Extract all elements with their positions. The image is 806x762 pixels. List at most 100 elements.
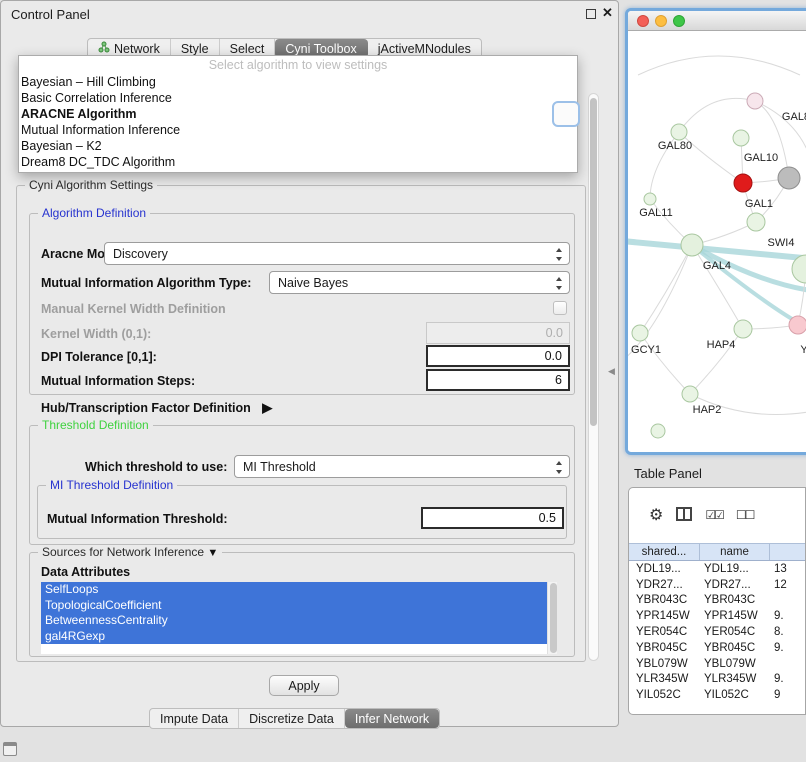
- close-window-icon[interactable]: ✕: [602, 5, 613, 21]
- column-header-shared[interactable]: shared...: [629, 544, 700, 560]
- table-cell: 9.: [770, 642, 805, 654]
- which-threshold-select[interactable]: MI Threshold: [234, 455, 570, 478]
- network-node[interactable]: [632, 325, 648, 341]
- table-cell: YBL079W: [700, 658, 770, 670]
- hub-definition-toggle[interactable]: Hub/Transcription Factor Definition ▶: [41, 400, 272, 416]
- aracne-mode-select[interactable]: Discovery: [104, 242, 570, 265]
- table-row[interactable]: YDR27...YDR27...12: [629, 577, 805, 593]
- network-node[interactable]: [789, 316, 806, 334]
- columns-icon[interactable]: [676, 507, 692, 524]
- sources-group-title[interactable]: Sources for Network Inference ▼: [38, 545, 222, 559]
- table-row[interactable]: YBL079WYBL079W: [629, 656, 805, 672]
- network-canvas[interactable]: GAL8GAL80GAL10GAL11GAL1SWI4GAL4GCY1HAP4Y…: [628, 31, 806, 451]
- network-node[interactable]: [778, 167, 800, 189]
- apply-button[interactable]: Apply: [269, 675, 339, 696]
- table-cell: YIL052C: [629, 689, 700, 701]
- dropdown-option[interactable]: Bayesian – K2: [19, 138, 577, 154]
- node-label: HAP2: [693, 404, 722, 416]
- table-cell: YBR043C: [629, 594, 700, 606]
- dropdown-option[interactable]: Bayesian – Hill Climbing: [19, 74, 577, 90]
- network-node[interactable]: [682, 386, 698, 402]
- network-graph: GAL8GAL80GAL10GAL11GAL1SWI4GAL4GCY1HAP4Y…: [628, 31, 806, 451]
- node-label: GAL4: [703, 260, 731, 272]
- list-item[interactable]: gal4RGexp: [41, 629, 547, 645]
- table-row[interactable]: YER054CYER054C8.: [629, 624, 805, 640]
- column-header-3[interactable]: [770, 544, 805, 560]
- tab-impute-data[interactable]: Impute Data: [150, 709, 239, 728]
- table-cell: YLR345W: [629, 673, 700, 685]
- network-node[interactable]: [644, 193, 656, 205]
- network-node[interactable]: [681, 234, 703, 256]
- float-window-icon[interactable]: [586, 9, 596, 19]
- which-threshold-label: Which threshold to use:: [85, 460, 227, 474]
- settings-scrollbar[interactable]: [588, 93, 599, 661]
- network-edge[interactable]: [640, 333, 690, 394]
- network-view-window: GAL8GAL80GAL10GAL11GAL1SWI4GAL4GCY1HAP4Y…: [625, 8, 806, 455]
- mi-type-value: Naive Bayes: [278, 276, 348, 290]
- table-cell: 9.: [770, 610, 805, 622]
- dropdown-option[interactable]: Mutual Information Inference: [19, 122, 577, 138]
- bottom-tabstrip: Impute Data Discretize Data Infer Networ…: [149, 708, 440, 729]
- scrollbar-thumb[interactable]: [550, 583, 557, 653]
- network-node[interactable]: [734, 174, 752, 192]
- tab-label: Cyni Toolbox: [285, 42, 356, 56]
- unchecked-boxes-icon[interactable]: ☐☐: [736, 508, 754, 522]
- network-window-titlebar[interactable]: [628, 11, 806, 31]
- network-node[interactable]: [733, 130, 749, 146]
- network-node[interactable]: [734, 320, 752, 338]
- network-node[interactable]: [747, 213, 765, 231]
- tab-discretize-data[interactable]: Discretize Data: [239, 709, 345, 728]
- scrollbar-thumb[interactable]: [590, 98, 597, 426]
- network-node[interactable]: [651, 424, 665, 438]
- list-item[interactable]: BetweennessCentrality: [41, 613, 547, 629]
- close-traffic-light[interactable]: [637, 15, 649, 27]
- collapse-down-arrow-icon: ▼: [207, 547, 218, 559]
- table-row[interactable]: YBR045CYBR045C9.: [629, 640, 805, 656]
- zoom-traffic-light[interactable]: [673, 15, 685, 27]
- kernel-width-field[interactable]: [426, 322, 570, 344]
- list-scrollbar[interactable]: [547, 582, 557, 654]
- checked-boxes-icon[interactable]: ☑☑: [705, 508, 723, 522]
- network-node[interactable]: [747, 93, 763, 109]
- mi-type-label: Mutual Information Algorithm Type:: [41, 276, 251, 290]
- network-edge[interactable]: [679, 98, 755, 132]
- minimized-panel-icon[interactable]: [3, 742, 17, 756]
- sources-title-label: Sources for Network Inference: [42, 545, 204, 559]
- aracne-mode-value: Discovery: [113, 247, 168, 261]
- mi-threshold-label: Mutual Information Threshold:: [47, 512, 228, 526]
- node-label: GCY1: [631, 344, 661, 356]
- network-edge[interactable]: [638, 56, 800, 75]
- table-row[interactable]: YPR145WYPR145W9.: [629, 608, 805, 624]
- mi-algorithm-type-select[interactable]: Naive Bayes: [269, 271, 570, 294]
- list-item[interactable]: SelfLoops: [41, 582, 547, 598]
- node-label: GAL8: [782, 111, 806, 123]
- manual-kernel-checkbox[interactable]: [553, 301, 567, 315]
- table-row[interactable]: YBR043CYBR043C: [629, 593, 805, 609]
- tab-label: Infer Network: [355, 712, 429, 726]
- dropdown-option-selected[interactable]: ARACNE Algorithm: [19, 106, 577, 122]
- dropdown-option[interactable]: Basic Correlation Inference: [19, 90, 577, 106]
- group-title: MI Threshold Definition: [46, 478, 177, 492]
- network-node[interactable]: [671, 124, 687, 140]
- list-item[interactable]: TopologicalCoefficient: [41, 598, 547, 614]
- tab-infer-network[interactable]: Infer Network: [345, 709, 439, 728]
- table-row[interactable]: YLR345WYLR345W9.: [629, 672, 805, 688]
- mi-threshold-field[interactable]: [421, 507, 564, 529]
- column-header-name[interactable]: name: [700, 544, 770, 560]
- table-cell: 8.: [770, 626, 805, 638]
- table-cell: YBL079W: [629, 658, 700, 670]
- dropdown-option[interactable]: Dream8 DC_TDC Algorithm: [19, 154, 577, 170]
- node-label: GAL80: [658, 140, 692, 152]
- gear-icon[interactable]: ⚙: [649, 505, 663, 525]
- dpi-tolerance-field[interactable]: [426, 345, 570, 367]
- mi-steps-field[interactable]: [426, 369, 570, 391]
- table-row[interactable]: YDL19...YDL19...13: [629, 561, 805, 577]
- table-row[interactable]: YIL052CYIL052C9: [629, 687, 805, 703]
- table-header: shared... name: [629, 543, 805, 561]
- table-panel-title: Table Panel: [634, 466, 702, 481]
- minimize-traffic-light[interactable]: [655, 15, 667, 27]
- node-label: SWI4: [768, 237, 795, 249]
- splitter-collapse-arrow-icon[interactable]: ◀: [608, 366, 615, 377]
- table-cell: YLR345W: [700, 673, 770, 685]
- network-edge[interactable]: [640, 245, 692, 333]
